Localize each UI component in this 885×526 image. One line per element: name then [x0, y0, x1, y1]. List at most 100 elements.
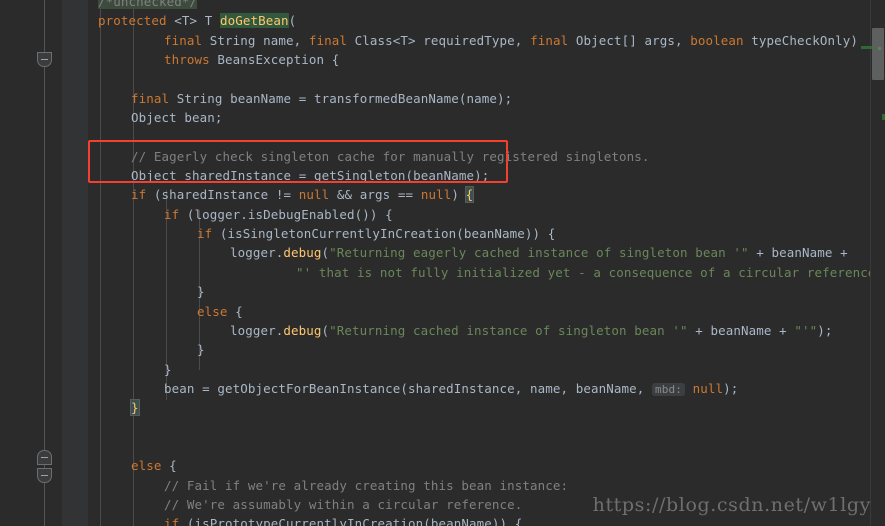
code-token-txt: }: [164, 361, 172, 377]
code-token-cmt: // Fail if we're already creating this b…: [164, 477, 569, 493]
inlay-parameter-hint[interactable]: mbd:: [652, 382, 685, 396]
code-token-txt: ): [451, 187, 467, 203]
code-token-kw: else: [131, 458, 162, 474]
code-line[interactable]: Object sharedInstance = getSingleton(bea…: [88, 166, 885, 185]
code-line[interactable]: [88, 437, 885, 456]
fold-marker-top-icon[interactable]: [37, 52, 52, 67]
code-token-txt: }: [197, 342, 205, 358]
code-line[interactable]: if (isPrototypeCurrentlyInCreation(beanN…: [88, 514, 885, 526]
code-token-kw: protected: [98, 13, 167, 29]
code-token-txt: + beanName +: [748, 245, 848, 261]
code-line[interactable]: if (isSingletonCurrentlyInCreation(beanN…: [88, 224, 885, 243]
code-line[interactable]: }: [88, 340, 885, 359]
code-token-txt: }: [197, 284, 205, 300]
code-line[interactable]: logger.debug("Returning eagerly cached i…: [88, 243, 885, 262]
code-token-txt: (sharedInstance !=: [146, 187, 299, 203]
code-line[interactable]: }: [88, 360, 885, 379]
source-code: /*unchecked*/protected <T> T doGetBean(f…: [88, 0, 885, 526]
code-line[interactable]: if (logger.isDebugEnabled()) {: [88, 205, 885, 224]
code-token-kw: final: [164, 32, 203, 48]
code-token-str: "Returning eagerly cached instance of si…: [329, 245, 749, 261]
code-line[interactable]: final String beanName = transformedBeanN…: [88, 89, 885, 108]
gutter-line-number-column: [0, 0, 62, 526]
code-token-txt: Object bean;: [131, 110, 223, 126]
fold-marker-lower-up-icon[interactable]: [37, 450, 52, 465]
code-token-str: "'": [794, 322, 818, 338]
code-line[interactable]: [88, 69, 885, 88]
code-token-str: "' that is not fully initialized yet - a…: [296, 264, 884, 280]
code-token-kw: null: [298, 187, 330, 203]
vertical-scrollbar[interactable]: [861, 0, 885, 526]
code-token-kw: final: [530, 32, 569, 48]
code-token-txt: String name,: [202, 32, 309, 48]
code-token-txt: (isSingletonCurrentlyInCreation(beanName…: [212, 226, 556, 242]
code-token-kw: null: [692, 380, 724, 396]
code-token-txt: Object[] args,: [568, 32, 691, 48]
code-line[interactable]: else {: [88, 302, 885, 321]
code-token-kw: final: [308, 32, 348, 48]
code-token-kw: if: [164, 516, 180, 526]
code-line[interactable]: protected <T> T doGetBean(: [88, 11, 885, 30]
code-token-mth: debug: [283, 245, 322, 261]
green-marker-stripe-icon: [861, 46, 872, 49]
code-token-txt: (: [288, 13, 297, 29]
code-token-kw: if: [131, 187, 147, 203]
code-token-txt: Object sharedInstance = getSingleton(bea…: [131, 168, 490, 184]
code-token-txt: {: [161, 458, 177, 474]
fold-marker-lower-down-icon[interactable]: [37, 468, 52, 483]
code-token-txt: {: [227, 303, 243, 319]
code-text-area[interactable]: /*unchecked*/protected <T> T doGetBean(f…: [88, 0, 885, 526]
editor-gutter: [0, 0, 88, 526]
code-token-kw: if: [197, 226, 213, 242]
code-token-kw: else: [197, 303, 228, 319]
watermark-url: https://blog.csdn.net/w1lgy: [592, 494, 871, 516]
code-token-kw: boolean: [690, 32, 744, 48]
code-token-kw: final: [131, 90, 170, 106]
highlighted-method-name[interactable]: doGetBean: [220, 13, 289, 29]
code-token-mth: debug: [283, 322, 322, 338]
code-token-txt: String beanName = transformedBeanName(na…: [169, 90, 513, 106]
code-token-txt: );: [817, 322, 833, 338]
code-line[interactable]: /*unchecked*/: [88, 0, 885, 11]
code-token-kw: if: [164, 206, 180, 222]
code-line[interactable]: else {: [88, 456, 885, 475]
code-line[interactable]: }: [88, 398, 885, 417]
scrollbar-thumb[interactable]: [872, 28, 884, 80]
code-token-txt: <T> T: [166, 13, 221, 29]
code-line[interactable]: [88, 418, 885, 437]
green-marker-dot-icon: [878, 47, 881, 50]
code-token-txt: (logger.isDebugEnabled()) {: [179, 206, 393, 222]
code-token-str: "Returning cached instance of singleton …: [329, 322, 688, 338]
code-line[interactable]: Object bean;: [88, 108, 885, 127]
code-token-txt: && args ==: [329, 187, 421, 203]
code-line[interactable]: logger.debug("Returning cached instance …: [88, 321, 885, 340]
code-token-txt: Class<T> requiredType,: [347, 32, 531, 48]
code-token-cmt: // Eagerly check singleton cache for man…: [131, 148, 650, 164]
code-line[interactable]: final String name, final Class<T> requir…: [88, 31, 885, 50]
code-line[interactable]: // Eagerly check singleton cache for man…: [88, 147, 885, 166]
code-line[interactable]: }: [88, 282, 885, 301]
code-token-txt: bean = getObjectForBeanInstance(sharedIn…: [164, 380, 653, 396]
code-token-txt: typeCheckOnly): [743, 32, 858, 48]
code-line[interactable]: [88, 127, 885, 146]
code-line[interactable]: throws BeansException {: [88, 50, 885, 69]
code-token-kw: throws: [164, 52, 210, 68]
code-line[interactable]: if (sharedInstance != null && args == nu…: [88, 185, 885, 204]
code-token-txt: (isPrototypeCurrentlyInCreation(beanName…: [179, 516, 523, 526]
matching-brace-highlight[interactable]: {: [464, 186, 475, 204]
code-line[interactable]: "' that is not fully initialized yet - a…: [88, 263, 885, 282]
code-token-txt: + beanName +: [687, 322, 795, 338]
code-token-cmt: // We're assumably within a circular ref…: [164, 496, 523, 512]
clipped-comment: /*unchecked*/: [98, 0, 198, 9]
code-line[interactable]: // Fail if we're already creating this b…: [88, 476, 885, 495]
code-token-txt: logger.: [230, 322, 284, 338]
code-editor-window: /*unchecked*/protected <T> T doGetBean(f…: [0, 0, 885, 526]
code-token-txt: );: [723, 380, 739, 396]
code-token-kw: null: [420, 187, 452, 203]
matching-brace-highlight[interactable]: }: [130, 399, 140, 417]
code-token-txt: BeansException {: [209, 52, 340, 68]
fold-rail: [44, 0, 45, 526]
code-token-txt: logger.: [230, 245, 284, 261]
code-line[interactable]: bean = getObjectForBeanInstance(sharedIn…: [88, 379, 885, 398]
